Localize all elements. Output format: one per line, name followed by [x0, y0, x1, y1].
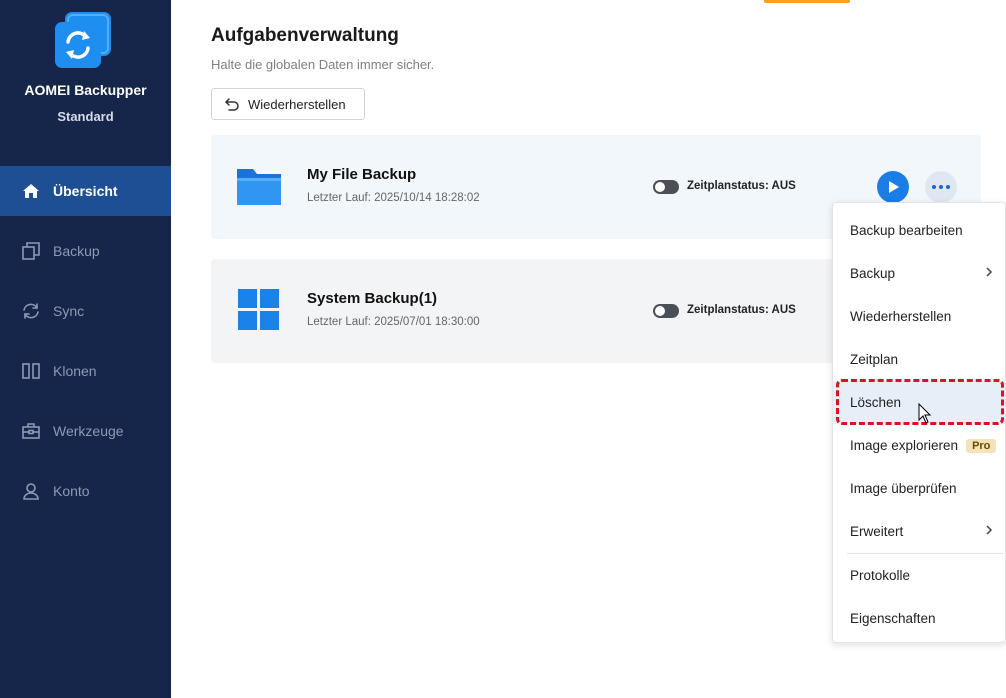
sidebar-item-sync[interactable]: Sync — [0, 286, 171, 336]
task-name: My File Backup — [307, 166, 417, 183]
sidebar-item-konto[interactable]: Konto — [0, 466, 171, 516]
chevron-right-icon — [986, 267, 993, 277]
menu-item-image-ueberpruefen[interactable]: Image überprüfen — [833, 467, 1005, 510]
menu-item-wiederherstellen[interactable]: Wiederherstellen — [833, 295, 1005, 338]
folder-icon — [235, 165, 283, 209]
menu-item-image-explorieren[interactable]: Image explorieren Pro — [833, 424, 1005, 467]
sidebar-item-klonen[interactable]: Klonen — [0, 346, 171, 396]
pro-badge: Pro — [966, 438, 997, 453]
task-last-run: Letzter Lauf: 2025/07/01 18:30:00 — [307, 316, 480, 328]
home-icon — [20, 180, 42, 202]
undo-arrow-icon — [225, 98, 239, 111]
menu-item-backup[interactable]: Backup — [833, 252, 1005, 295]
play-icon — [889, 181, 899, 193]
schedule-status: Zeitplanstatus: AUS — [687, 180, 796, 192]
menu-item-eigenschaften[interactable]: Eigenschaften — [833, 597, 1005, 640]
schedule-status: Zeitplanstatus: AUS — [687, 304, 796, 316]
menu-item-label: Backup bearbeiten — [850, 223, 963, 238]
menu-item-backup-bearbeiten[interactable]: Backup bearbeiten — [833, 209, 1005, 252]
menu-item-label: Zeitplan — [850, 352, 899, 367]
sidebar-item-label: Sync — [53, 303, 85, 319]
sidebar-item-label: Übersicht — [53, 183, 118, 199]
sidebar-item-label: Klonen — [53, 363, 97, 379]
menu-item-label: Protokolle — [850, 568, 911, 583]
chevron-right-icon — [986, 525, 993, 535]
windows-icon — [235, 289, 283, 333]
sidebar-item-label: Backup — [53, 243, 100, 259]
menu-item-label: Backup — [850, 266, 896, 281]
app-logo-icon — [55, 12, 113, 68]
top-accent-bar — [764, 0, 850, 3]
sidebar-item-label: Konto — [53, 483, 90, 499]
run-backup-button[interactable] — [877, 171, 909, 203]
sidebar-item-label: Werkzeuge — [53, 423, 124, 439]
menu-item-label: Image überprüfen — [850, 481, 957, 496]
sync-icon — [20, 300, 42, 322]
sidebar-item-werkzeuge[interactable]: Werkzeuge — [0, 406, 171, 456]
menu-item-zeitplan[interactable]: Zeitplan — [833, 338, 1005, 381]
app-name: AOMEI Backupper — [24, 82, 147, 98]
user-icon — [20, 480, 42, 502]
more-options-button[interactable] — [925, 171, 957, 203]
toolbox-icon — [20, 420, 42, 442]
sidebar-item-backup[interactable]: Backup — [0, 226, 171, 276]
restore-button[interactable]: Wiederherstellen — [211, 88, 365, 120]
mouse-cursor-icon — [918, 402, 932, 430]
menu-item-protokolle[interactable]: Protokolle — [833, 554, 1005, 597]
schedule-toggle[interactable] — [653, 304, 679, 318]
more-dots-icon — [932, 185, 936, 189]
clone-icon — [20, 360, 42, 382]
page-subtitle: Halte die globalen Daten immer sicher. — [211, 57, 435, 72]
menu-item-label: Image explorieren — [850, 438, 959, 453]
page-title: Aufgabenverwaltung — [211, 25, 399, 46]
copy-icon — [20, 240, 42, 262]
menu-item-label: Erweitert — [850, 524, 904, 539]
sidebar-item-uebersicht[interactable]: Übersicht — [0, 166, 171, 216]
menu-item-label: Eigenschaften — [850, 611, 936, 626]
restore-button-label: Wiederherstellen — [248, 96, 346, 112]
app-edition: Standard — [57, 109, 114, 124]
task-name: System Backup(1) — [307, 290, 438, 307]
menu-item-erweitert[interactable]: Erweitert — [833, 510, 1005, 553]
schedule-toggle[interactable] — [653, 180, 679, 194]
task-last-run: Letzter Lauf: 2025/10/14 18:28:02 — [307, 192, 480, 204]
menu-item-label: Wiederherstellen — [850, 309, 952, 324]
sidebar: AOMEI Backupper Standard Übersicht Backu… — [0, 0, 171, 698]
